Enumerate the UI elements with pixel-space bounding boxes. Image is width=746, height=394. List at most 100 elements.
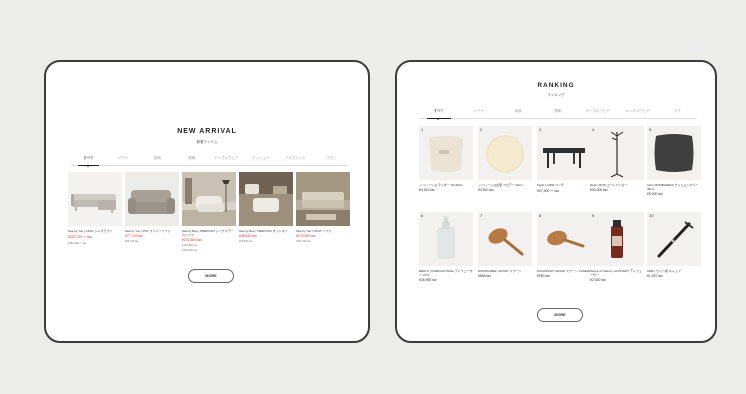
tab-storage[interactable]: 収納 bbox=[140, 156, 175, 165]
product-name[interactable]: Sea by Yoo | SCAT ソファ bbox=[296, 229, 350, 233]
ranking-item[interactable]: 10 ORE | ワイン用 キャップ ¥1,870 tax bbox=[647, 212, 701, 278]
product-image[interactable] bbox=[68, 172, 122, 226]
product-card[interactable]: Sea by Yoo | SCAT ソファ ¥176,900 tax ¥211,… bbox=[296, 172, 350, 243]
ranking-item[interactable]: 8 KIKUKOHM | WOOD スプーン CASE30 ¥990 tax bbox=[537, 212, 591, 278]
product-name[interactable]: WOODLNIEE | WOOD スプーン bbox=[478, 269, 532, 273]
ranking-item[interactable]: 3 Kitoki | CIDR ベンチ ¥27,900 〜 tax bbox=[537, 126, 591, 193]
tab-lighting[interactable]: 照明 bbox=[538, 109, 578, 118]
product-name[interactable]: EBAYO | DORICAN White ディフューザー 37ml bbox=[419, 269, 473, 277]
product-image[interactable]: 1 bbox=[419, 126, 473, 180]
product-name[interactable]: KIKUKOHM | WOOD スプーン CASE30 bbox=[537, 269, 591, 273]
product-image[interactable] bbox=[125, 172, 179, 226]
product-note: ¥109,000 tax bbox=[182, 249, 197, 252]
new-arrival-subtitle: 新着アイテム bbox=[196, 140, 218, 144]
bench-image-icon bbox=[543, 148, 585, 168]
product-image[interactable]: 2 bbox=[478, 126, 532, 180]
tab-rug[interactable]: ラグ bbox=[657, 109, 697, 118]
product-price: ¥990 tax bbox=[537, 274, 551, 278]
dark-cushion-image-icon bbox=[654, 134, 694, 172]
tab-all[interactable]: すべて bbox=[419, 109, 459, 120]
product-original-price: ¥211,900 tax bbox=[296, 240, 311, 243]
product-name[interactable]: ノンレーシヨ ランダー 40×40cm bbox=[419, 183, 473, 187]
product-image[interactable] bbox=[182, 172, 236, 226]
lounge-chair-image-icon bbox=[182, 172, 236, 226]
ranking-item[interactable]: 9 Scope of Nature | ALPINAMY ディフューザー ¥2,… bbox=[590, 212, 644, 282]
product-image[interactable]: 10 bbox=[647, 212, 701, 266]
more-button[interactable]: MORE bbox=[188, 269, 234, 283]
rank-number: 1 bbox=[421, 127, 424, 132]
tab-sofa[interactable]: ソファ bbox=[459, 109, 499, 118]
product-price: ¥176,900 tax bbox=[296, 234, 316, 238]
product-image[interactable]: 8 bbox=[537, 212, 591, 266]
new-arrival-tabs: すべて ソファ 収納 照明 テーブルウェア クッション ファブリック ラグ bbox=[71, 156, 348, 167]
product-price: ¥221,700 〜 tax bbox=[68, 235, 92, 239]
product-price: ¥5,200 tax bbox=[647, 192, 663, 196]
product-image[interactable]: 3 bbox=[537, 126, 591, 180]
ranking-item[interactable]: 2 ノンレーシヨ丸型 フロアー 40cm ¥4,510 tax bbox=[478, 126, 532, 192]
product-card[interactable]: Sea by Bee | PREPOSO シングルアームソファ ¥101,500… bbox=[182, 172, 236, 252]
tab-tableware[interactable]: テーブルウェア bbox=[209, 156, 244, 165]
tab-lighting[interactable]: 照明 bbox=[175, 156, 210, 165]
product-price: ¥38,610 tax bbox=[239, 234, 257, 238]
tab-sofa[interactable]: ソファ bbox=[106, 156, 141, 165]
rank-number: 10 bbox=[649, 213, 654, 218]
rank-number: 7 bbox=[480, 213, 483, 218]
product-card[interactable]: Sea by Yoo | POL ワンシーソファ ¥77,710 tax ¥96… bbox=[125, 172, 179, 243]
tab-kitchenware[interactable]: キッチンウェア bbox=[618, 109, 658, 118]
product-price: ¥1,870 tax bbox=[647, 274, 663, 278]
product-name[interactable]: Sea by Bee | PREPOSO オットマン bbox=[239, 229, 293, 233]
product-name[interactable]: Sea by Bee | PREPOSO シングルアームソファ bbox=[182, 229, 236, 237]
ranking-panel: RANKING ランキング すべて ソファ 収納 照明 テーブルウェア キッチン… bbox=[395, 60, 717, 343]
tab-rug[interactable]: ラグ bbox=[313, 156, 348, 165]
rank-number: 9 bbox=[592, 213, 595, 218]
product-original-price: ¥134,000 tax bbox=[182, 244, 197, 247]
more-button[interactable]: MORE bbox=[537, 308, 583, 322]
product-image[interactable] bbox=[239, 172, 293, 226]
product-name[interactable]: Kitoki | CIDR ベンチ bbox=[537, 183, 591, 187]
product-name[interactable]: sahi | RUMBLEBOX クッションカバー 45cm bbox=[647, 183, 701, 191]
tab-storage[interactable]: 収納 bbox=[498, 109, 538, 118]
tab-fabric[interactable]: ファブリック bbox=[278, 156, 313, 165]
round-cushion-image-icon bbox=[486, 135, 524, 173]
ranking-tabs: すべて ソファ 収納 照明 テーブルウェア キッチンウェア ラグ bbox=[419, 109, 697, 120]
ranking-item[interactable]: 1 ノンレーシヨ ランダー 40×40cm ¥4,510 tax bbox=[419, 126, 473, 192]
armchair-image-icon bbox=[128, 190, 175, 214]
product-price: ¥27,900 〜 tax bbox=[537, 189, 560, 193]
product-original-price: ¥96,440 tax bbox=[125, 240, 139, 243]
product-name[interactable]: Sea by Yoo | POL ワンシーソファ bbox=[125, 229, 179, 233]
product-original-price: ¥254,000 〜 tax bbox=[68, 242, 87, 245]
product-price: ¥858 tax bbox=[478, 274, 492, 278]
product-image[interactable] bbox=[296, 172, 350, 226]
tab-all[interactable]: すべて bbox=[71, 156, 106, 167]
wood-spoon-image-icon bbox=[488, 228, 524, 256]
product-image[interactable]: 5 bbox=[647, 126, 701, 180]
product-name[interactable]: ノンレーシヨ丸型 フロアー 40cm bbox=[478, 183, 532, 187]
product-price: ¥26,950 tax bbox=[419, 278, 437, 282]
product-price: ¥77,710 tax bbox=[125, 234, 143, 238]
product-image[interactable]: 7 bbox=[478, 212, 532, 266]
product-card[interactable]: Sea by Yoo | CPOL シャオラプソ ¥221,700 〜 tax … bbox=[68, 172, 122, 245]
sofa-image-icon bbox=[71, 194, 116, 213]
tab-cushion[interactable]: クッション bbox=[244, 156, 279, 165]
rank-number: 4 bbox=[592, 127, 595, 132]
rank-number: 6 bbox=[421, 213, 424, 218]
ranking-item[interactable]: 4 kitoki | ROS コートハンガー ¥30,000 tax bbox=[590, 126, 644, 192]
product-price: ¥101,500 tax bbox=[182, 238, 202, 242]
product-name[interactable]: ORE | ワイン用 キャップ bbox=[647, 269, 701, 273]
product-card[interactable]: Sea by Bee | PREPOSO オットマン ¥38,610 tax ¥… bbox=[239, 172, 293, 243]
product-name[interactable]: Scope of Nature | ALPINAMY ディフューザー bbox=[590, 269, 644, 277]
wood-spoon-image-icon bbox=[547, 230, 585, 248]
tab-tableware[interactable]: テーブルウェア bbox=[578, 109, 618, 118]
product-name[interactable]: kitoki | ROS コートハンガー bbox=[590, 183, 644, 187]
wine-tool-image-icon bbox=[657, 221, 694, 258]
product-name[interactable]: Sea by Yoo | CPOL シャオラプソ bbox=[68, 229, 122, 233]
product-image[interactable]: 4 bbox=[590, 126, 644, 180]
product-image[interactable]: 9 bbox=[590, 212, 644, 266]
product-image[interactable]: 6 bbox=[419, 212, 473, 266]
ranking-item[interactable]: 7 WOODLNIEE | WOOD スプーン ¥858 tax bbox=[478, 212, 532, 278]
rank-number: 5 bbox=[649, 127, 652, 132]
ranking-item[interactable]: 5 sahi | RUMBLEBOX クッションカバー 45cm ¥5,200 … bbox=[647, 126, 701, 196]
rank-number: 3 bbox=[539, 127, 542, 132]
rank-number: 8 bbox=[539, 213, 542, 218]
ranking-item[interactable]: 6 EBAYO | DORICAN White ディフューザー 37ml ¥26… bbox=[419, 212, 473, 282]
